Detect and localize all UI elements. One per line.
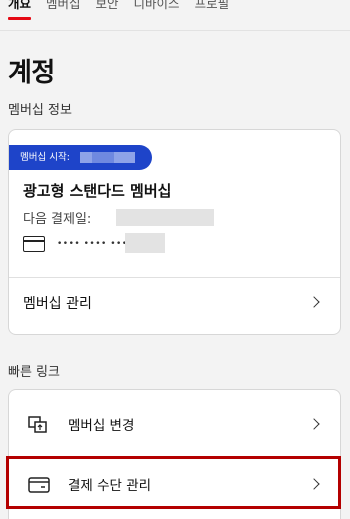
manage-payment-method-label: 결제 수단 관리 (68, 478, 152, 494)
active-tab-indicator (8, 17, 32, 20)
chevron-right-icon (308, 478, 320, 490)
next-billing-label: 다음 결제일: (23, 212, 92, 227)
redacted-billing-date (116, 209, 214, 226)
plan-name: 광고형 스탠다드 멤버십 (23, 182, 172, 200)
next-billing-line: 다음 결제일: (23, 208, 91, 227)
change-membership-label: 멤버십 변경 (68, 418, 135, 434)
card-number-masked: •••• •••• •••• (57, 239, 134, 249)
swap-membership-icon (28, 416, 47, 433)
membership-card: 멤버십 시작: 광고형 스탠다드 멤버십 다음 결제일: •••• •••• •… (8, 129, 341, 335)
membership-start-badge: 멤버십 시작: (9, 145, 152, 170)
credit-card-icon (28, 477, 50, 493)
chevron-right-icon (308, 296, 320, 308)
redacted-card-digits (125, 233, 165, 253)
tab-devices[interactable]: 디바이스 (134, 0, 180, 26)
tab-security-label: 보안 (95, 0, 119, 11)
tab-profile-label: 프로필 (194, 0, 230, 11)
tab-profile[interactable]: 프로필 (195, 0, 230, 26)
quick-links-heading: 빠른 링크 (8, 365, 60, 380)
manage-membership-label: 멤버십 관리 (23, 296, 92, 312)
account-page: 개요 멤버십 보안 디바이스 프로필 계정 멤버십 정보 멤버십 시작: 광고형… (0, 0, 350, 519)
credit-card-icon (23, 236, 45, 252)
tabs-divider (0, 30, 350, 31)
tab-membership-label: 멤버십 (46, 0, 81, 11)
membership-start-label: 멤버십 시작: (20, 152, 70, 163)
membership-info-heading: 멤버십 정보 (8, 103, 72, 118)
tab-overview[interactable]: 개요 (8, 0, 32, 26)
tab-membership[interactable]: 멤버십 (46, 0, 81, 26)
chevron-right-icon (308, 418, 320, 430)
redacted-start-date (80, 152, 135, 163)
tab-devices-label: 디바이스 (133, 0, 180, 11)
page-title: 계정 (8, 58, 55, 88)
account-tabs: 개요 멤버십 보안 디바이스 프로필 (0, 0, 350, 30)
tab-overview-label: 개요 (8, 0, 32, 11)
quick-links-card: 멤버십 변경 결제 수단 관리 (8, 389, 341, 519)
payment-card-row: •••• •••• •••• (23, 234, 133, 254)
change-membership-link[interactable]: 멤버십 변경 (9, 399, 340, 450)
manage-payment-method-link[interactable]: 결제 수단 관리 (9, 459, 340, 510)
tab-security[interactable]: 보안 (96, 0, 119, 26)
manage-membership-link[interactable]: 멤버십 관리 (9, 278, 340, 326)
